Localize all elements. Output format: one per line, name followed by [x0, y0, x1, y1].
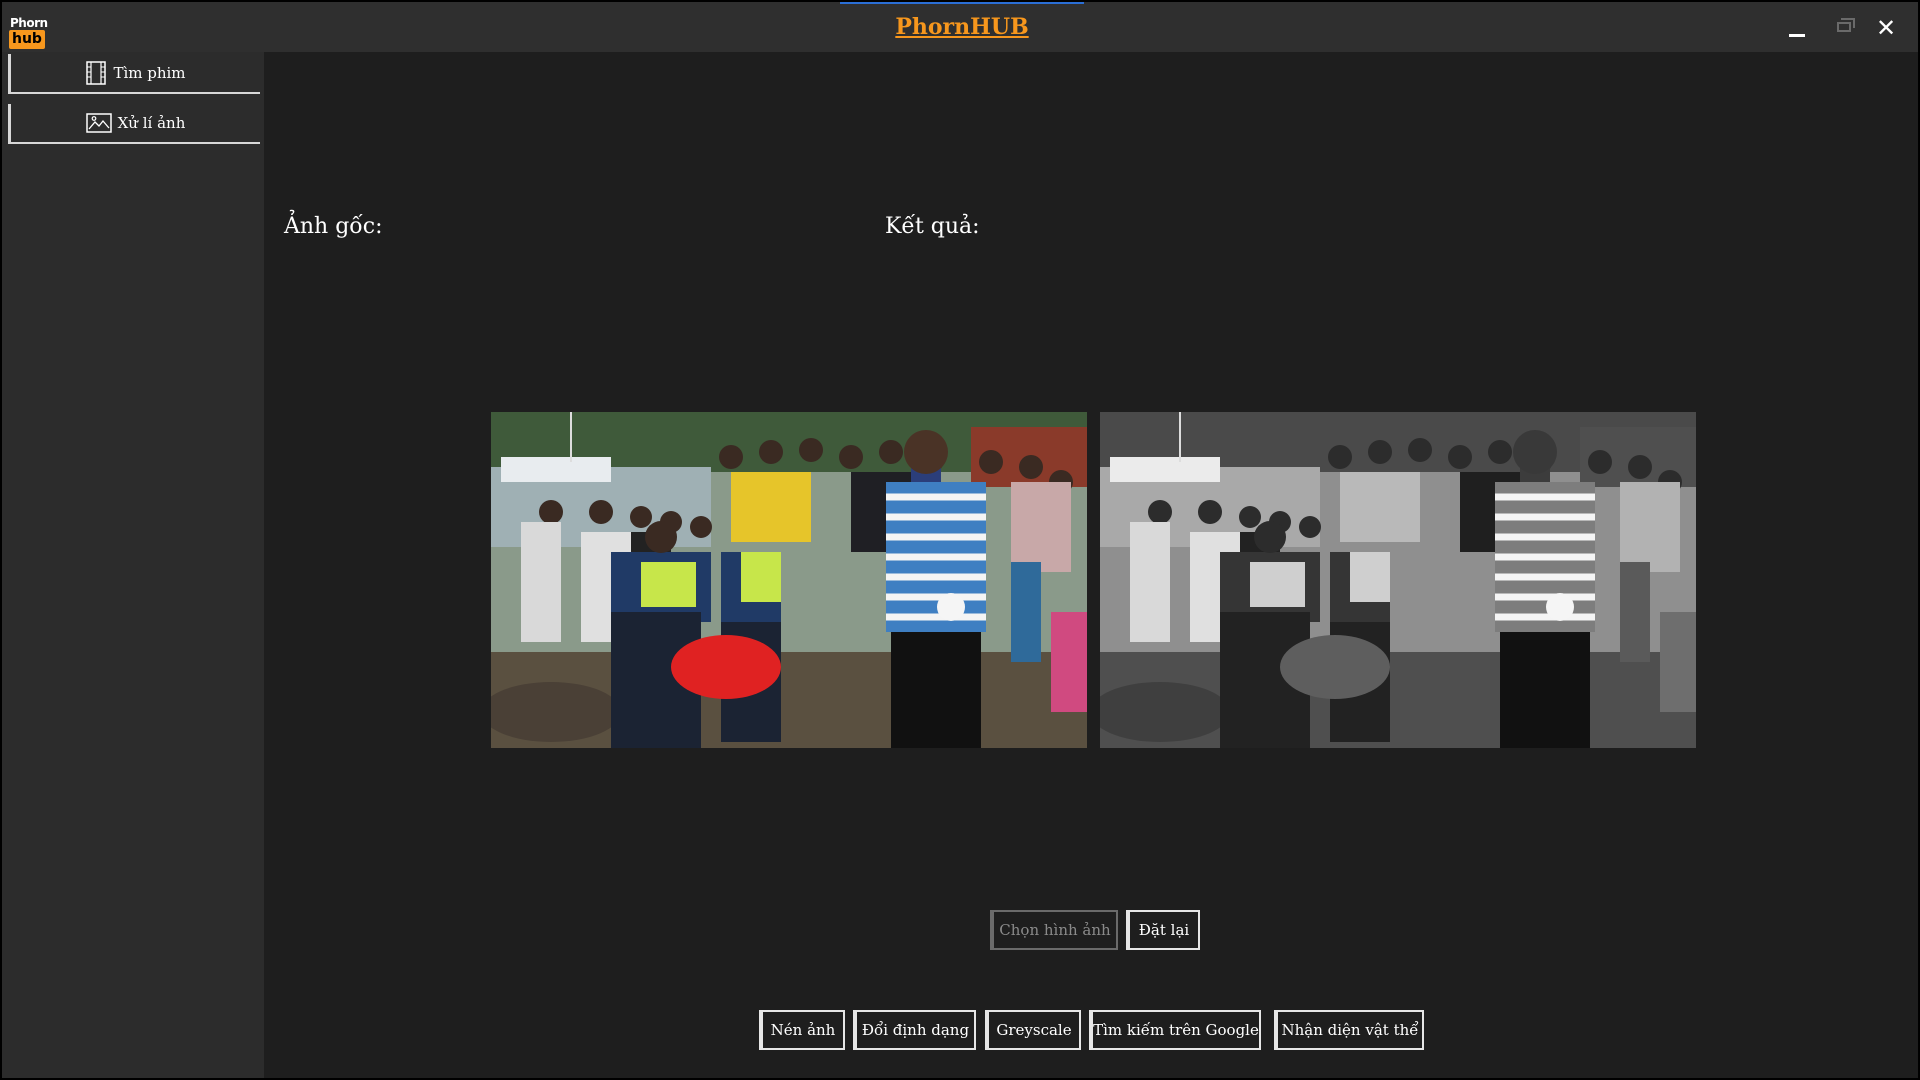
close-icon: ✕	[1875, 14, 1897, 42]
logo-text-bottom: hub	[9, 30, 45, 49]
maximize-button[interactable]	[1824, 12, 1860, 44]
close-button[interactable]: ✕	[1868, 12, 1904, 44]
minimize-icon	[1789, 34, 1805, 37]
film-icon	[85, 61, 107, 85]
app-window: Phorn hub PhornHUB ✕ Tìm phim Xử lí ảnh …	[2, 2, 1918, 1078]
minimize-button[interactable]	[1778, 12, 1814, 44]
object-detection-button[interactable]: Nhận diện vật thể	[1274, 1010, 1424, 1050]
original-image	[491, 412, 1087, 748]
window-title: PhornHUB	[895, 14, 1029, 40]
reset-button[interactable]: Đặt lại	[1126, 910, 1200, 950]
result-image-label: Kết quả:	[885, 214, 980, 239]
google-search-button[interactable]: Tìm kiếm trên Google	[1089, 1010, 1261, 1050]
logo-text-top: Phorn	[10, 16, 48, 30]
sidebar-item-label: Xử lí ảnh	[117, 114, 186, 132]
result-image	[1100, 412, 1696, 748]
greyscale-button[interactable]: Greyscale	[985, 1010, 1081, 1050]
original-image-label: Ảnh gốc:	[284, 214, 383, 239]
title-bar[interactable]: Phorn hub PhornHUB ✕	[2, 2, 1918, 52]
app-logo: Phorn hub	[9, 16, 51, 52]
restore-icon-front	[1837, 22, 1851, 32]
sidebar: Tìm phim Xử lí ảnh	[2, 52, 264, 1078]
sidebar-item-xu-li-anh[interactable]: Xử lí ảnh	[8, 104, 260, 144]
image-icon	[85, 113, 112, 133]
compress-image-button[interactable]: Nén ảnh	[759, 1010, 845, 1050]
choose-image-button[interactable]: Chọn hình ảnh	[990, 910, 1118, 950]
convert-format-button[interactable]: Đổi định dạng	[853, 1010, 976, 1050]
image-processing-panel: Ảnh gốc: Kết quả: Chọn hình ảnh Đặt lại …	[264, 52, 1918, 1078]
title-accent-line	[840, 2, 1084, 4]
sidebar-item-label: Tìm phim	[113, 64, 186, 82]
sidebar-item-tim-phim[interactable]: Tìm phim	[8, 54, 260, 94]
